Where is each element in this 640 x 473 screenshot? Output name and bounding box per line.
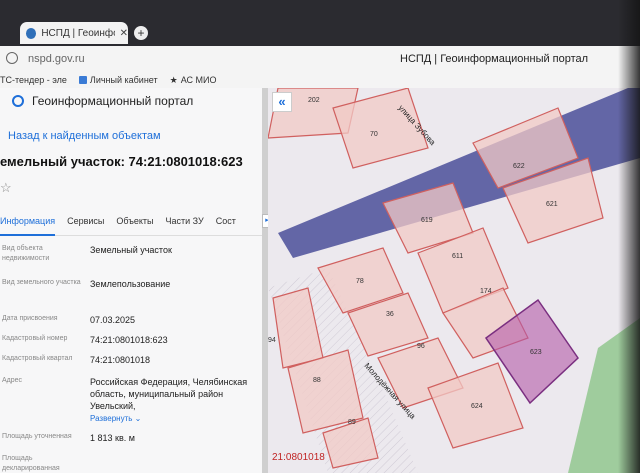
parcel-label: 622 — [513, 163, 525, 170]
parcel-label: 94 — [268, 337, 276, 344]
bookmark-item[interactable]: ТС-тендер - эле — [0, 75, 67, 85]
parcel-label: 36 — [386, 311, 394, 318]
expand-link[interactable]: Развернуть ⌄ — [90, 414, 141, 423]
parcel-label: 174 — [480, 288, 492, 295]
bookmarks-bar: ТС-тендер - эле Личный кабинет ★ АС МИО — [0, 72, 640, 88]
browser-tab[interactable]: НСПД | Геоинформацио... ✕ — [20, 22, 128, 44]
bookmark-item[interactable]: ★ АС МИО — [170, 75, 217, 86]
parcel-label: 619 — [421, 217, 433, 224]
attribute-value: Землепользование — [90, 279, 171, 289]
window-page-title: НСПД | Геоинформационный портал — [400, 53, 589, 65]
back-to-results-link[interactable]: Назад к найденным объектам — [8, 130, 161, 142]
parcel-label: 611 — [452, 253, 463, 260]
new-tab-button[interactable]: + — [134, 26, 148, 40]
map-canvas[interactable]: 202 70 622 621 619 611 78 174 36 96 623 … — [268, 88, 640, 473]
parcel-label: 70 — [370, 131, 378, 138]
parcel-label: 621 — [546, 201, 558, 208]
parcel-label: 96 — [417, 343, 425, 350]
parcel-label: 624 — [471, 403, 483, 410]
browser-tab-strip: НСПД | Геоинформацио... ✕ + — [0, 0, 640, 46]
attribute-value: 74:21:0801018:623 — [90, 335, 168, 345]
attribute-label: Вид объекта недвижимости — [2, 245, 50, 262]
attribute-label: Площадь декларированная — [2, 455, 60, 472]
attribute-value: Российская Федерация, Челябинская област… — [90, 376, 260, 425]
portal-brand[interactable]: Геоинформационный портал — [12, 94, 193, 108]
attribute-value: 07.03.2025 — [90, 315, 136, 325]
tab-parts[interactable]: Части ЗУ — [166, 214, 204, 235]
tab-services[interactable]: Сервисы — [67, 214, 104, 235]
info-tabs: Информация Сервисы Объекты Части ЗУ Сост — [0, 214, 268, 236]
object-info-panel: Геоинформационный портал Назад к найденн… — [0, 88, 268, 473]
address-bar: nspd.gov.ru НСПД | Геоинформационный пор… — [0, 46, 640, 72]
parcel-label: 623 — [530, 349, 542, 356]
tab-composition[interactable]: Сост — [216, 214, 236, 235]
portal-brand-label: Геоинформационный портал — [32, 94, 194, 108]
object-title: емельный участок: 74:21:0801018:623 — [0, 154, 243, 169]
attribute-label: Площадь уточненная — [2, 433, 72, 440]
attribute-label: Адрес — [2, 377, 23, 384]
url-field[interactable]: nspd.gov.ru — [28, 53, 85, 65]
cadastral-map[interactable]: 202 70 622 621 619 611 78 174 36 96 623 … — [268, 88, 640, 473]
tab-objects[interactable]: Объекты — [116, 214, 153, 235]
cadastral-quarter-label: 21:0801018 — [272, 452, 325, 463]
folder-icon — [78, 76, 87, 84]
attribute-value: Земельный участок — [90, 245, 172, 255]
portal-logo-icon — [12, 95, 24, 107]
star-icon: ★ — [169, 74, 178, 85]
favorite-star-icon[interactable]: ☆ — [0, 180, 12, 196]
attribute-label: Вид земельного участка — [2, 279, 81, 286]
tab-info[interactable]: Информация — [0, 214, 56, 236]
parcel-label: 78 — [356, 278, 364, 285]
bookmark-item[interactable]: Личный кабинет — [78, 75, 158, 85]
attribute-label: Кадастровый квартал — [2, 355, 73, 362]
site-favicon-icon — [26, 27, 37, 39]
attribute-value: 74:21:0801018 — [90, 355, 151, 365]
close-tab-icon[interactable]: ✕ — [120, 28, 128, 39]
parcel-label: 89 — [348, 419, 356, 426]
attribute-value: 1 813 кв. м — [90, 433, 135, 443]
parcel-label: 202 — [308, 97, 320, 104]
attribute-label: Кадастровый номер — [2, 335, 68, 342]
site-info-icon[interactable] — [6, 52, 18, 64]
parcel-label: 88 — [313, 377, 321, 384]
collapse-sidebar-icon[interactable]: « — [272, 92, 292, 112]
tab-title: НСПД | Геоинформацио... — [41, 27, 114, 39]
address-text: Российская Федерация, Челябинская област… — [90, 377, 248, 411]
attribute-label: Дата присвоения — [2, 315, 58, 322]
